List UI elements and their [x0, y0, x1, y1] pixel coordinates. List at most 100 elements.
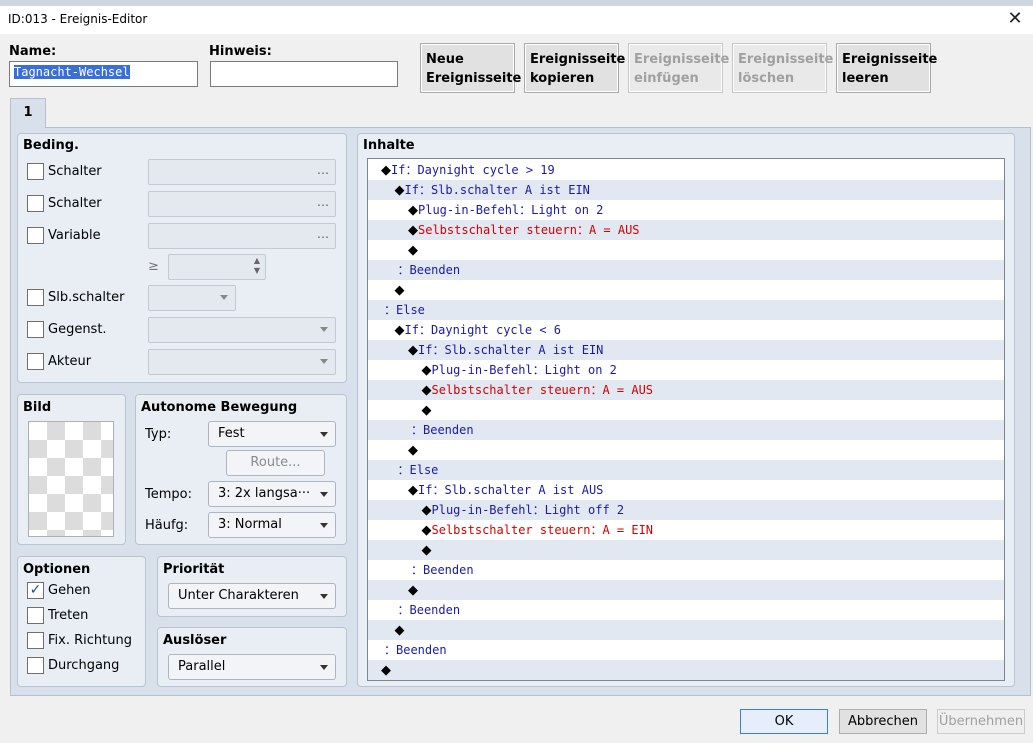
trigger-value: Parallel [178, 659, 226, 674]
tab-page-1[interactable]: 1 [10, 98, 46, 128]
condition-switch1-field[interactable]: … [148, 159, 336, 185]
close-icon[interactable]: ✕ [1001, 7, 1029, 33]
apply-button[interactable]: Übernehmen [937, 709, 1025, 734]
trigger-dropdown[interactable]: Parallel [168, 654, 336, 680]
command-text: Plug-in-Befehl：Light on 2 [418, 203, 604, 217]
new-page-button[interactable]: Neue Ereignisseite [420, 43, 521, 93]
condition-actor-checkbox[interactable] [27, 353, 44, 370]
command-row[interactable]: ：Beenden [368, 600, 1004, 620]
command-row[interactable]: ◆If：Slb.schalter A ist EIN [368, 180, 1004, 200]
hint-field[interactable] [210, 61, 398, 87]
copy-page-label-1: Ereignisseite [530, 52, 626, 67]
ok-button[interactable]: OK [740, 709, 828, 734]
command-row[interactable]: ◆ [368, 280, 1004, 300]
chevron-down-icon [220, 295, 228, 300]
geq-label: ≥ [148, 259, 159, 274]
command-row[interactable]: ◆ [368, 660, 1004, 680]
command-row[interactable]: ◆If：Slb.schalter A ist EIN [368, 340, 1004, 360]
cancel-button[interactable]: Abbrechen [839, 709, 927, 734]
priority-title: Priorität [163, 562, 225, 577]
delete-page-label-1: Ereignisseite [738, 52, 834, 67]
command-row[interactable]: ◆ [368, 400, 1004, 420]
command-row[interactable]: ◆If：Daynight cycle < 6 [368, 320, 1004, 340]
clear-page-button[interactable]: Ereignisseite leeren [836, 43, 937, 93]
command-row[interactable]: ◆Selbstschalter steuern：A = AUS [368, 380, 1004, 400]
command-row[interactable]: ：Else [368, 300, 1004, 320]
option-walk-checkbox[interactable]: ✓ [27, 582, 44, 599]
condition-switch1-dots: … [317, 163, 329, 177]
command-list[interactable]: ◆If：Daynight cycle > 19 ◆If：Slb.schalter … [367, 158, 1005, 681]
condition-selfswitch-dropdown[interactable] [148, 285, 236, 311]
condition-variable-value-spinner[interactable]: ▲ ▼ [168, 254, 266, 280]
option-walk-label: Gehen [48, 583, 91, 598]
diamond-icon: ◆ [408, 443, 418, 458]
option-step-checkbox[interactable] [27, 607, 44, 624]
command-row[interactable]: ◆Plug-in-Befehl：Light on 2 [368, 360, 1004, 380]
command-text: If：Daynight cycle > 19 [391, 163, 555, 177]
movement-freq-dropdown[interactable]: 3: Normal [208, 512, 336, 538]
condition-switch2-label: Schalter [48, 196, 102, 211]
option-through-checkbox[interactable] [27, 657, 44, 674]
command-row[interactable]: ：Else [368, 460, 1004, 480]
command-row[interactable]: ◆Selbstschalter steuern：A = AUS [368, 220, 1004, 240]
command-text: If：Slb.schalter A ist EIN [404, 183, 590, 197]
movement-type-dropdown[interactable]: Fest [208, 421, 336, 447]
diamond-icon: ◆ [421, 543, 432, 558]
priority-dropdown[interactable]: Unter Charakteren [168, 583, 336, 609]
delete-page-button[interactable]: Ereignisseite löschen [732, 43, 834, 93]
name-field[interactable]: Tagnacht-Wechsel [9, 61, 198, 87]
movement-freq-value: 3: Normal [218, 517, 282, 532]
options-title: Optionen [23, 562, 91, 577]
command-text: ：Else [384, 303, 425, 317]
diamond-icon: ◆ [408, 343, 418, 358]
condition-actor-label: Akteur [48, 354, 92, 369]
condition-variable-checkbox[interactable] [27, 227, 44, 244]
command-row[interactable]: ：Beenden [368, 420, 1004, 440]
condition-actor-dropdown[interactable] [148, 349, 336, 375]
command-row[interactable]: ◆If：Slb.schalter A ist AUS [368, 480, 1004, 500]
diamond-icon: ◆ [381, 163, 391, 178]
command-row[interactable]: ◆Plug-in-Befehl：Light off 2 [368, 500, 1004, 520]
movement-speed-value: 3: 2x langsa··· [218, 486, 311, 501]
command-row[interactable]: ：Beenden [368, 640, 1004, 660]
chevron-down-icon [320, 523, 328, 528]
command-row[interactable]: ：Beenden [368, 560, 1004, 580]
command-row[interactable]: ◆Selbstschalter steuern：A = EIN [368, 520, 1004, 540]
contents-title: Inhalte [363, 138, 415, 153]
command-row[interactable]: ◆ [368, 580, 1004, 600]
diamond-icon: ◆ [408, 223, 418, 238]
command-text: Plug-in-Befehl：Light off 2 [431, 503, 625, 517]
command-row[interactable]: ◆ [368, 620, 1004, 640]
diamond-icon: ◆ [421, 383, 432, 398]
chevron-down-icon [320, 432, 328, 437]
condition-item-checkbox[interactable] [27, 321, 44, 338]
image-title: Bild [23, 400, 52, 415]
condition-switch2-checkbox[interactable] [27, 195, 44, 212]
condition-switch1-checkbox[interactable] [27, 163, 44, 180]
option-fixdir-checkbox[interactable] [27, 632, 44, 649]
copy-page-button[interactable]: Ereignisseite kopieren [524, 43, 626, 93]
movement-type-label: Typ: [145, 427, 172, 442]
diamond-icon: ◆ [394, 183, 405, 198]
command-row[interactable]: ◆ [368, 440, 1004, 460]
command-row[interactable]: ◆ [368, 540, 1004, 560]
condition-item-dropdown[interactable] [148, 317, 336, 343]
clear-page-label-2: leeren [842, 71, 889, 86]
condition-selfswitch-checkbox[interactable] [27, 289, 44, 306]
spinner-arrows-icon[interactable]: ▲ ▼ [254, 256, 260, 276]
condition-switch2-field[interactable]: … [148, 191, 336, 217]
option-through-label: Durchgang [48, 658, 120, 673]
command-row[interactable]: ◆Plug-in-Befehl：Light on 2 [368, 200, 1004, 220]
event-image-preview[interactable] [28, 421, 114, 537]
command-text: ：Else [397, 463, 439, 477]
paste-page-label-2: einfügen [634, 71, 699, 86]
command-row[interactable]: ◆ [368, 240, 1004, 260]
command-text: If：Daynight cycle < 6 [404, 323, 562, 337]
command-row[interactable]: ◆If：Daynight cycle > 19 [368, 160, 1004, 180]
condition-variable-field[interactable]: … [148, 223, 336, 249]
paste-page-button[interactable]: Ereignisseite einfügen [628, 43, 729, 93]
movement-speed-dropdown[interactable]: 3: 2x langsa··· [208, 481, 336, 507]
command-text: ：Beenden [384, 643, 447, 657]
command-row[interactable]: ：Beenden [368, 260, 1004, 280]
route-button[interactable]: Route... [226, 450, 325, 476]
